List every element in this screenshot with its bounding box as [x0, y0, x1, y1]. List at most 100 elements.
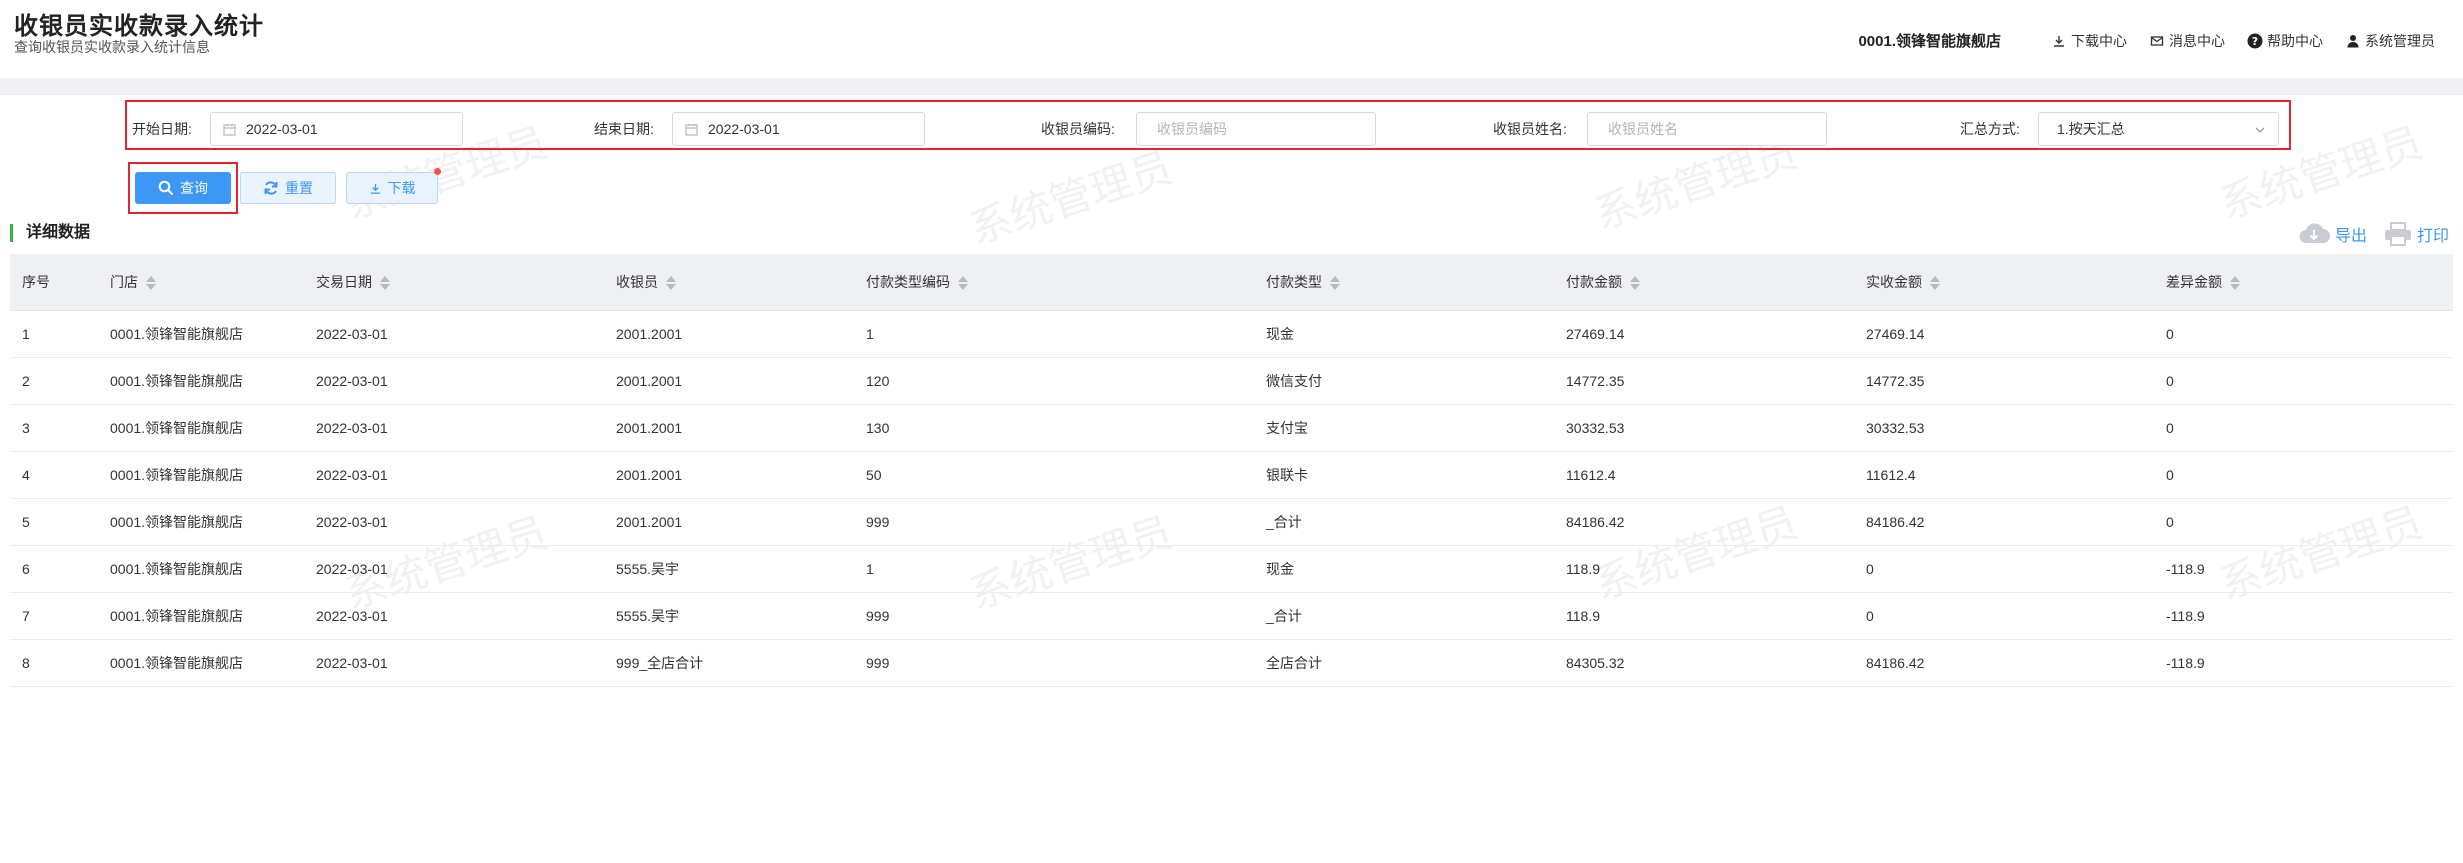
- cell: 27469.14: [1854, 310, 2154, 358]
- cell: 0: [2154, 357, 2453, 405]
- download-button[interactable]: 下载: [346, 172, 438, 204]
- table-row[interactable]: 1 0001.领锋智能旗舰店 2022-03-01 2001.2001 1 现金 27469…: [10, 310, 2453, 358]
- table-row[interactable]: 7 0001.领锋智能旗舰店 2022-03-01 5555.吴宇 999 _合计 118.…: [10, 592, 2453, 640]
- cell: 0: [1854, 545, 2154, 593]
- table-row[interactable]: 2 0001.领锋智能旗舰店 2022-03-01 2001.2001 120 微信支付 1…: [10, 357, 2453, 405]
- start-date-value: 2022-03-01: [246, 121, 318, 137]
- search-icon: [158, 180, 174, 196]
- printer-icon: [2383, 221, 2413, 247]
- nav-message-center[interactable]: 消息中心: [2149, 31, 2225, 51]
- cell: 2022-03-01: [304, 592, 604, 640]
- cell: 0: [2154, 498, 2453, 546]
- cashier-name-label: 收银员姓名:: [1493, 121, 1567, 137]
- cell: 2001.2001: [604, 357, 854, 405]
- column-header-payment-type[interactable]: 付款类型: [1254, 254, 1554, 311]
- cell: 2022-03-01: [304, 545, 604, 593]
- nav-help-center[interactable]: ? 帮助中心: [2247, 31, 2323, 51]
- download-button-label: 下载: [387, 180, 416, 196]
- sort-icon[interactable]: [2230, 276, 2240, 291]
- table-row[interactable]: 5 0001.领锋智能旗舰店 2022-03-01 2001.2001 999 _合计 84…: [10, 498, 2453, 546]
- cell: 84186.42: [1554, 498, 1854, 546]
- cell: 11612.4: [1554, 451, 1854, 499]
- cashier-code-input[interactable]: 收银员编码: [1136, 112, 1376, 146]
- query-button-label: 查询: [180, 180, 208, 196]
- reset-button[interactable]: 重置: [240, 172, 336, 204]
- nav-message-center-label: 消息中心: [2169, 32, 2225, 49]
- end-date-input[interactable]: 2022-03-01: [672, 112, 925, 146]
- cell: 现金: [1254, 545, 1554, 593]
- cashier-code-placeholder: 收银员编码: [1157, 121, 1227, 137]
- cell: 2001.2001: [604, 498, 854, 546]
- cell: 0: [2154, 451, 2453, 499]
- mail-icon: [2149, 33, 2165, 49]
- cell: 11612.4: [1854, 451, 2154, 499]
- column-header-payment-amount[interactable]: 付款金额: [1554, 254, 1854, 311]
- sort-icon[interactable]: [380, 276, 390, 291]
- download-icon: [369, 182, 382, 195]
- cell: 130: [854, 404, 1254, 452]
- nav-help-center-label: 帮助中心: [2267, 32, 2323, 49]
- section-title: 详细数据: [10, 224, 90, 242]
- sort-icon[interactable]: [1330, 276, 1340, 291]
- start-date-input[interactable]: 2022-03-01: [210, 112, 463, 146]
- cell: _合计: [1254, 498, 1554, 546]
- cell: 微信支付: [1254, 357, 1554, 405]
- table-row[interactable]: 6 0001.领锋智能旗舰店 2022-03-01 5555.吴宇 1 现金 118.9 0-…: [10, 545, 2453, 593]
- cell: 30332.53: [1854, 404, 2154, 452]
- end-date-label: 结束日期:: [594, 121, 654, 137]
- cell: 120: [854, 357, 1254, 405]
- nav-user-menu[interactable]: 系统管理员: [2345, 31, 2435, 51]
- cashier-name-input[interactable]: 收银员姓名: [1587, 112, 1827, 146]
- export-label: 导出: [2334, 228, 2367, 245]
- cashier-name-placeholder: 收银员姓名: [1608, 121, 1678, 137]
- sort-icon[interactable]: [146, 276, 156, 291]
- column-header-store[interactable]: 门店: [98, 254, 304, 311]
- cell: 2022-03-01: [304, 639, 604, 687]
- cell: 2022-03-01: [304, 357, 604, 405]
- reset-button-label: 重置: [285, 180, 313, 196]
- cell: 2001.2001: [604, 451, 854, 499]
- user-icon: [2345, 33, 2361, 49]
- column-header-received-amount[interactable]: 实收金额: [1854, 254, 2154, 311]
- summary-mode-label: 汇总方式:: [1960, 121, 2020, 137]
- cell: 2022-03-01: [304, 498, 604, 546]
- cell: 118.9: [1554, 592, 1854, 640]
- top-nav: 0001.领锋智能旗舰店 下载中心 消息中心 ? 帮助中心 系统管理员: [1858, 30, 2435, 51]
- print-button[interactable]: 打印: [2383, 221, 2449, 247]
- notification-dot: [434, 168, 441, 175]
- sort-icon[interactable]: [1630, 276, 1640, 291]
- cell: 0001.领锋智能旗舰店: [98, 404, 304, 452]
- table-row[interactable]: 3 0001.领锋智能旗舰店 2022-03-01 2001.2001 130 支付宝 30…: [10, 404, 2453, 452]
- column-header-cashier[interactable]: 收银员: [604, 254, 854, 311]
- svg-text:?: ?: [2252, 35, 2258, 48]
- cell: 5555.吴宇: [604, 545, 854, 593]
- cell: -118.9: [2154, 592, 2453, 640]
- table-row[interactable]: 4 0001.领锋智能旗舰店 2022-03-01 2001.2001 50 银联卡 116…: [10, 451, 2453, 499]
- cell: 84186.42: [1854, 639, 2154, 687]
- column-header-index: 序号: [10, 254, 98, 311]
- summary-mode-select[interactable]: 1.按天汇总: [2038, 112, 2279, 146]
- table-header-row: 序号 门店 交易日期 收银员 付款类型编码 付款类型 付款金额 实收金额 差异金…: [10, 254, 2453, 311]
- cell: 7: [10, 592, 98, 640]
- export-button[interactable]: 导出: [2297, 221, 2367, 247]
- cell: 999: [854, 498, 1254, 546]
- query-button[interactable]: 查询: [135, 172, 231, 204]
- cell: 0001.领锋智能旗舰店: [98, 639, 304, 687]
- cell: 2022-03-01: [304, 451, 604, 499]
- column-header-payment-code[interactable]: 付款类型编码: [854, 254, 1254, 311]
- cell: 8: [10, 639, 98, 687]
- cell: 1: [10, 310, 98, 358]
- cell: 现金: [1254, 310, 1554, 358]
- current-store[interactable]: 0001.领锋智能旗舰店: [1858, 30, 2001, 51]
- sort-icon[interactable]: [958, 276, 968, 291]
- table-row[interactable]: 8 0001.领锋智能旗舰店 2022-03-01 999_全店合计 999 全店合计 84…: [10, 639, 2453, 687]
- nav-download-center[interactable]: 下载中心: [2051, 31, 2127, 51]
- column-header-difference[interactable]: 差异金额: [2154, 254, 2453, 311]
- start-date-label: 开始日期:: [132, 121, 192, 137]
- cell: 银联卡: [1254, 451, 1554, 499]
- column-header-date[interactable]: 交易日期: [304, 254, 604, 311]
- cell: 999_全店合计: [604, 639, 854, 687]
- cell: 全店合计: [1254, 639, 1554, 687]
- sort-icon[interactable]: [1930, 276, 1940, 291]
- sort-icon[interactable]: [666, 276, 676, 291]
